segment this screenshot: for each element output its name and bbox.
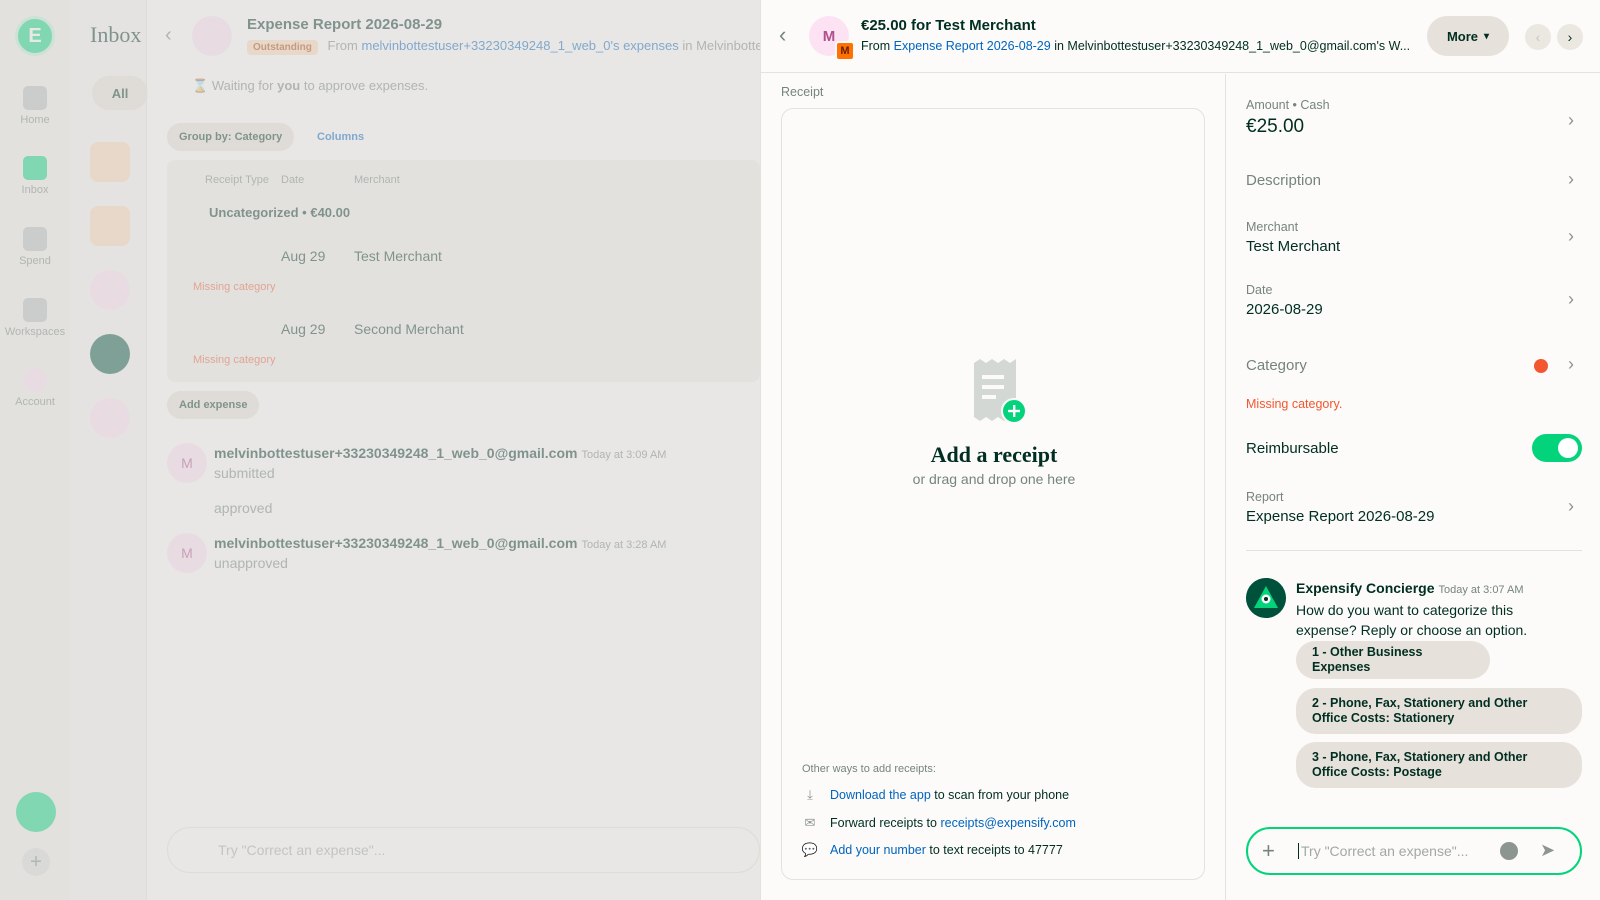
reimbursable-toggle[interactable] — [1532, 434, 1582, 462]
category-option-2[interactable]: 2 - Phone, Fax, Stationery and Other Off… — [1296, 688, 1582, 734]
receipt-add-icon — [974, 359, 1027, 424]
category-option-3[interactable]: 3 - Phone, Fax, Stationery and Other Off… — [1296, 742, 1582, 788]
download-icon: ⤓ — [807, 787, 813, 802]
emoji-icon[interactable] — [1500, 842, 1518, 860]
receipt-dropzone[interactable]: Add a receipt or drag and drop one here … — [781, 108, 1205, 880]
concierge-name[interactable]: Expensify Concierge — [1296, 580, 1435, 596]
expense-title: €25.00 for Test Merchant — [861, 17, 1036, 34]
chevron-right-icon: › — [1568, 226, 1574, 246]
chat-bubbles-icon: 💬 — [801, 842, 819, 857]
expense-detail-panel: ‹ M M €25.00 for Test Merchant From Expe… — [760, 0, 1600, 900]
send-icon[interactable]: ➤ — [1540, 840, 1555, 861]
date-value: 2026-08-29 — [1246, 301, 1323, 318]
concierge-time: Today at 3:07 AM — [1438, 584, 1524, 596]
date-field[interactable]: Date 2026-08-29 › — [1246, 283, 1582, 318]
chevron-right-icon: › — [1568, 110, 1574, 130]
description-label: Description — [1246, 172, 1322, 189]
category-error: Missing category. — [1246, 397, 1343, 411]
merchant-value: Test Merchant — [1246, 238, 1341, 255]
way-download-app: ⤓ Download the app to scan from your pho… — [802, 787, 1069, 803]
chevron-right-icon: › — [1568, 169, 1574, 189]
date-label: Date — [1246, 283, 1273, 297]
modal-scrim[interactable] — [0, 0, 760, 900]
add-number-link[interactable]: Add your number — [830, 843, 926, 857]
more-button-label: More — [1446, 28, 1479, 44]
other-ways-label: Other ways to add receipts: — [802, 763, 936, 775]
amount-label: Amount • Cash — [1246, 98, 1330, 112]
category-label: Category — [1246, 357, 1307, 374]
amount-value: €25.00 — [1246, 116, 1305, 137]
category-field[interactable]: Category › — [1246, 354, 1582, 374]
chat-composer: + Try "Correct an expense"... ➤ — [1246, 827, 1582, 875]
chevron-down-icon: ▾ — [1484, 30, 1490, 42]
receipts-email-link[interactable]: receipts@expensify.com — [940, 816, 1075, 830]
merchant-label: Merchant — [1246, 220, 1299, 234]
workspace-avatar: M — [835, 41, 855, 61]
chevron-left-icon: ‹ — [1535, 29, 1541, 45]
envelope-icon: ✉ — [804, 815, 816, 830]
composer-input[interactable]: Try "Correct an expense"... — [1298, 843, 1468, 859]
way-text: to text receipts to 47777 — [929, 843, 1063, 857]
back-icon[interactable]: ‹ — [779, 22, 786, 48]
more-button[interactable]: More ▾ — [1427, 16, 1509, 56]
concierge-name-row: Expensify Concierge Today at 3:07 AM — [1296, 580, 1524, 596]
sub-from: From — [861, 39, 891, 53]
report-value: Expense Report 2026-08-29 — [1246, 508, 1435, 525]
way-text: Forward receipts to — [830, 816, 937, 830]
expense-subtitle: From Expense Report 2026-08-29 in Melvin… — [861, 39, 1421, 53]
expense-fields: Amount • Cash €25.00 › Description › Mer… — [1225, 74, 1600, 900]
panel-header: ‹ M M €25.00 for Test Merchant From Expe… — [761, 0, 1600, 73]
concierge-avatar[interactable] — [1246, 578, 1286, 618]
sub-in: in Melvinbottestuser+33230349248_1_web_0… — [1054, 39, 1411, 53]
concierge-message: How do you want to categorize this expen… — [1296, 602, 1528, 638]
report-label: Report — [1246, 490, 1284, 504]
merchant-field[interactable]: Merchant Test Merchant › — [1246, 220, 1582, 255]
prev-expense-button[interactable]: ‹ — [1525, 24, 1551, 50]
description-field[interactable]: Description › — [1246, 169, 1582, 189]
way-text: to scan from your phone — [934, 788, 1070, 802]
way-forward-email: ✉ Forward receipts to receipts@expensify… — [802, 815, 1076, 831]
chevron-right-icon: › — [1568, 289, 1574, 309]
add-receipt-title: Add a receipt — [930, 442, 1058, 467]
chevron-right-icon: › — [1568, 496, 1574, 516]
category-option-1[interactable]: 1 - Other Business Expenses — [1296, 641, 1490, 679]
amount-field[interactable]: Amount • Cash €25.00 › — [1246, 98, 1582, 138]
reimbursable-label: Reimbursable — [1246, 440, 1339, 457]
divider — [1246, 550, 1582, 551]
chevron-right-icon: › — [1568, 354, 1574, 374]
chevron-right-icon: › — [1567, 29, 1573, 45]
receipt-label: Receipt — [781, 85, 824, 99]
plus-icon[interactable]: + — [1262, 838, 1275, 864]
error-dot-icon — [1534, 359, 1548, 373]
report-link[interactable]: Expense Report 2026-08-29 — [894, 39, 1051, 53]
next-expense-button[interactable]: › — [1557, 24, 1583, 50]
add-receipt-subtitle: or drag and drop one here — [912, 471, 1076, 487]
report-field[interactable]: Report Expense Report 2026-08-29 › — [1246, 490, 1582, 525]
way-text-number: 💬 Add your number to text receipts to 47… — [802, 842, 1063, 858]
download-app-link[interactable]: Download the app — [830, 788, 931, 802]
